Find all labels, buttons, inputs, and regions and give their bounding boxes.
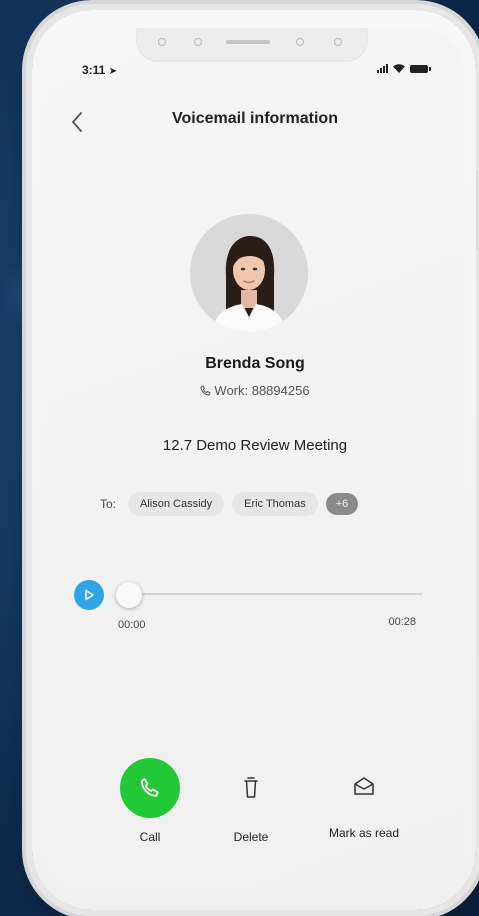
avatar	[190, 214, 308, 332]
contact-phone: Work: 88894256	[214, 383, 310, 398]
page-title: Voicemail information	[172, 110, 338, 127]
sensor-dot	[194, 38, 202, 46]
playback-track[interactable]	[118, 593, 422, 595]
play-button[interactable]	[74, 580, 104, 610]
contact-phone-row: Work: 88894256	[46, 383, 464, 398]
signal-icon	[377, 64, 388, 73]
to-label: To:	[100, 497, 117, 511]
status-time: 3:11 ➤	[82, 63, 117, 77]
voicemail-title: 12.7 Demo Review Meeting	[162, 437, 348, 454]
sensor-dot	[296, 38, 304, 46]
mark-read-icon-wrap	[304, 758, 424, 814]
contact-name: Brenda Song	[205, 355, 305, 372]
call-circle	[120, 758, 180, 818]
phone-icon	[140, 778, 159, 797]
delete-icon-wrap	[191, 758, 311, 818]
notch	[136, 28, 368, 62]
recipients-row: To: Alison Cassidy Eric Thomas +6	[100, 492, 359, 516]
status-icons	[377, 64, 431, 73]
contact-photo	[190, 214, 308, 332]
wifi-icon	[393, 64, 405, 73]
recipient-chip[interactable]: Eric Thomas	[232, 492, 318, 516]
sensor-dot	[158, 38, 166, 46]
delete-label: Delete	[233, 830, 269, 844]
duration: 00:28	[388, 616, 416, 628]
play-icon	[85, 589, 94, 601]
playback-thumb[interactable]	[116, 582, 142, 608]
camera-dot	[334, 38, 342, 46]
recipient-chip[interactable]: Alison Cassidy	[128, 492, 225, 516]
envelope-open-icon	[354, 777, 374, 795]
location-icon: ➤	[108, 66, 118, 77]
mark-read-label: Mark as read	[328, 826, 400, 840]
current-time: 00:00	[118, 619, 146, 631]
status-time-text: 3:11	[82, 63, 106, 77]
phone-frame: 3:11 ➤ Voicemail information Brenda Song…	[32, 10, 479, 910]
mark-as-read-button[interactable]: Mark as read	[304, 758, 424, 840]
phone-screen: 3:11 ➤ Voicemail information Brenda Song…	[46, 28, 464, 894]
work-phone-icon	[200, 385, 212, 396]
more-recipients-chip[interactable]: +6	[325, 493, 359, 515]
trash-icon	[244, 777, 258, 798]
delete-button[interactable]: Delete	[191, 758, 311, 844]
speaker-grille	[226, 40, 270, 44]
battery-icon	[410, 65, 431, 73]
